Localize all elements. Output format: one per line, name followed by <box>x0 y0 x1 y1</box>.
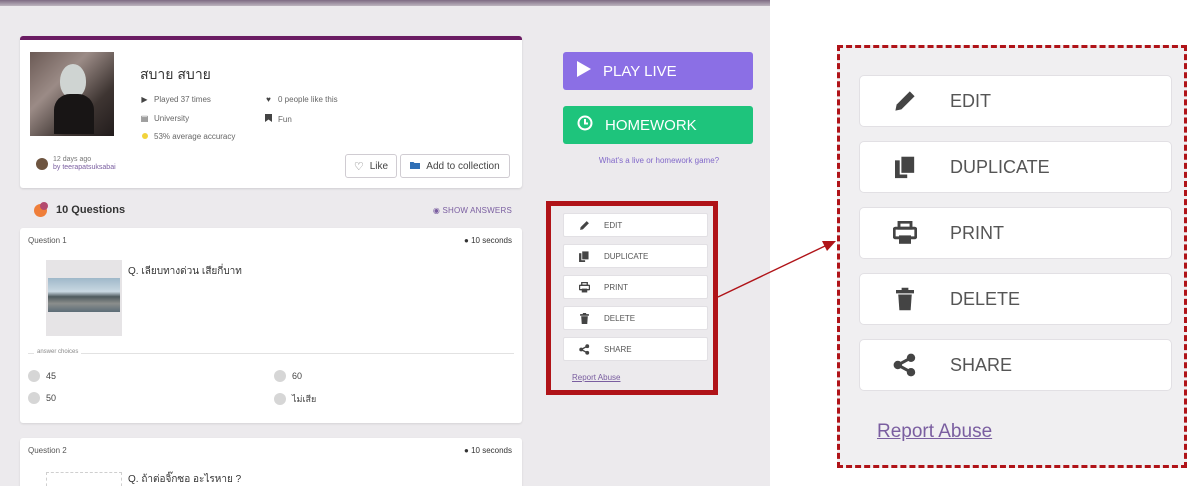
author-link[interactable]: by teerapatsuksabai <box>53 164 116 172</box>
share-button-zoomed[interactable]: SHARE <box>859 339 1172 391</box>
like-label: Like <box>369 160 389 172</box>
likes-count: ♥ 0 people like this <box>264 95 338 104</box>
printer-icon <box>892 221 918 245</box>
eye-icon: ◉ <box>432 206 441 215</box>
answer-choice: ไม่เสีย <box>274 392 316 406</box>
homework-label: HOMEWORK <box>605 116 697 134</box>
play-live-button[interactable]: PLAY LIVE <box>563 52 753 90</box>
print-button-zoomed[interactable]: PRINT <box>859 207 1172 259</box>
show-answers-button[interactable]: ◉ SHOW ANSWERS <box>433 206 512 215</box>
answer-choice: 50 <box>28 392 56 404</box>
share-icon <box>892 353 918 377</box>
choice-dot-icon <box>274 393 286 405</box>
zoomed-actions-panel: EDIT DUPLICATE PRINT DELETE SHARE Report… <box>837 45 1187 468</box>
top-bar <box>0 0 770 6</box>
folder-icon <box>410 161 421 172</box>
question-card: Question 2 ● 10 seconds Q. ถ้าต่อจิ๊กซอ … <box>20 438 522 486</box>
clock-icon: ● <box>464 446 469 455</box>
author-info: 12 days ago by teerapatsuksabai <box>36 156 116 172</box>
copy-icon <box>892 155 918 179</box>
edit-button-zoomed[interactable]: EDIT <box>859 75 1172 127</box>
choice-dot-icon <box>28 370 40 382</box>
add-collection-label: Add to collection <box>426 160 500 172</box>
question-image <box>46 472 122 486</box>
play-live-label: PLAY LIVE <box>603 62 677 80</box>
choice-dot-icon <box>28 392 40 404</box>
question-text: Q. เลียบทางด่วน เสียกี่บาท <box>128 266 242 277</box>
question-label: Question 2 <box>28 446 67 455</box>
like-button[interactable]: ♡ Like <box>345 154 397 178</box>
delete-label: DELETE <box>950 288 1021 309</box>
answer-choices-label: answer choices <box>34 349 82 355</box>
played-count-text: Played 37 times <box>154 95 211 104</box>
question-text: Q. ถ้าต่อจิ๊กซอ อะไรหาย ? <box>128 474 242 485</box>
questions-header: 10 Questions ◉ SHOW ANSWERS <box>20 202 522 222</box>
homework-button[interactable]: HOMEWORK <box>563 106 753 144</box>
bookmark-icon <box>264 114 273 124</box>
choice-dot-icon <box>274 370 286 382</box>
play-icon: ▶ <box>141 95 148 104</box>
divider <box>28 353 514 354</box>
subject: Fun <box>264 114 292 124</box>
what-is-live-link[interactable]: What's a live or homework game? <box>566 156 752 165</box>
add-to-collection-button[interactable]: Add to collection <box>400 154 510 178</box>
played-count: ▶ Played 37 times <box>140 95 211 104</box>
question-time: ● 10 seconds <box>464 446 512 455</box>
question-label: Question 1 <box>28 236 67 245</box>
accuracy: 53% average accuracy <box>140 132 235 141</box>
quiz-title: สบาย สบาย <box>140 66 211 82</box>
grade-level: ▤ University <box>140 114 189 123</box>
play-icon <box>577 61 591 81</box>
answer-choice: 60 <box>274 370 302 382</box>
print-label: PRINT <box>950 222 1004 243</box>
likes-count-text: 0 people like this <box>278 95 338 104</box>
question-image <box>46 260 122 336</box>
question-card: Question 1 ● 10 seconds Q. เลียบทางด่วน … <box>20 228 522 423</box>
quiz-info-card: สบาย สบาย ▶ Played 37 times ♥ 0 people l… <box>20 36 522 188</box>
answer-choice: 45 <box>28 370 56 382</box>
share-label: SHARE <box>950 354 1013 375</box>
questions-count: 10 Questions <box>56 204 126 216</box>
grade-level-text: University <box>154 114 190 123</box>
subject-text: Fun <box>278 114 292 124</box>
duplicate-button-zoomed[interactable]: DUPLICATE <box>859 141 1172 193</box>
grade-icon: ▤ <box>140 114 149 123</box>
question-time: ● 10 seconds <box>464 236 512 245</box>
duplicate-label: DUPLICATE <box>950 156 1050 177</box>
edit-label: EDIT <box>950 90 992 111</box>
quiz-cover-image <box>30 52 114 136</box>
clock-icon <box>577 115 593 135</box>
avatar <box>36 158 48 170</box>
highlight-box <box>546 201 718 395</box>
quiz-page: สบาย สบาย ▶ Played 37 times ♥ 0 people l… <box>0 0 770 486</box>
show-answers-label: SHOW ANSWERS <box>442 206 512 215</box>
delete-button-zoomed[interactable]: DELETE <box>859 273 1172 325</box>
pencil-icon <box>892 89 918 113</box>
created-date: 12 days ago <box>53 156 92 163</box>
heart-outline-icon: ♡ <box>353 160 364 173</box>
arrow-head <box>822 241 836 251</box>
report-abuse-link-zoomed[interactable]: Report Abuse <box>877 421 992 443</box>
trash-icon <box>892 287 918 311</box>
accuracy-dot-icon <box>140 132 149 141</box>
heart-icon: ♥ <box>266 95 271 104</box>
accuracy-text: 53% average accuracy <box>154 132 236 141</box>
stage: สบาย สบาย ▶ Played 37 times ♥ 0 people l… <box>0 0 1188 486</box>
clock-icon: ● <box>464 236 469 245</box>
